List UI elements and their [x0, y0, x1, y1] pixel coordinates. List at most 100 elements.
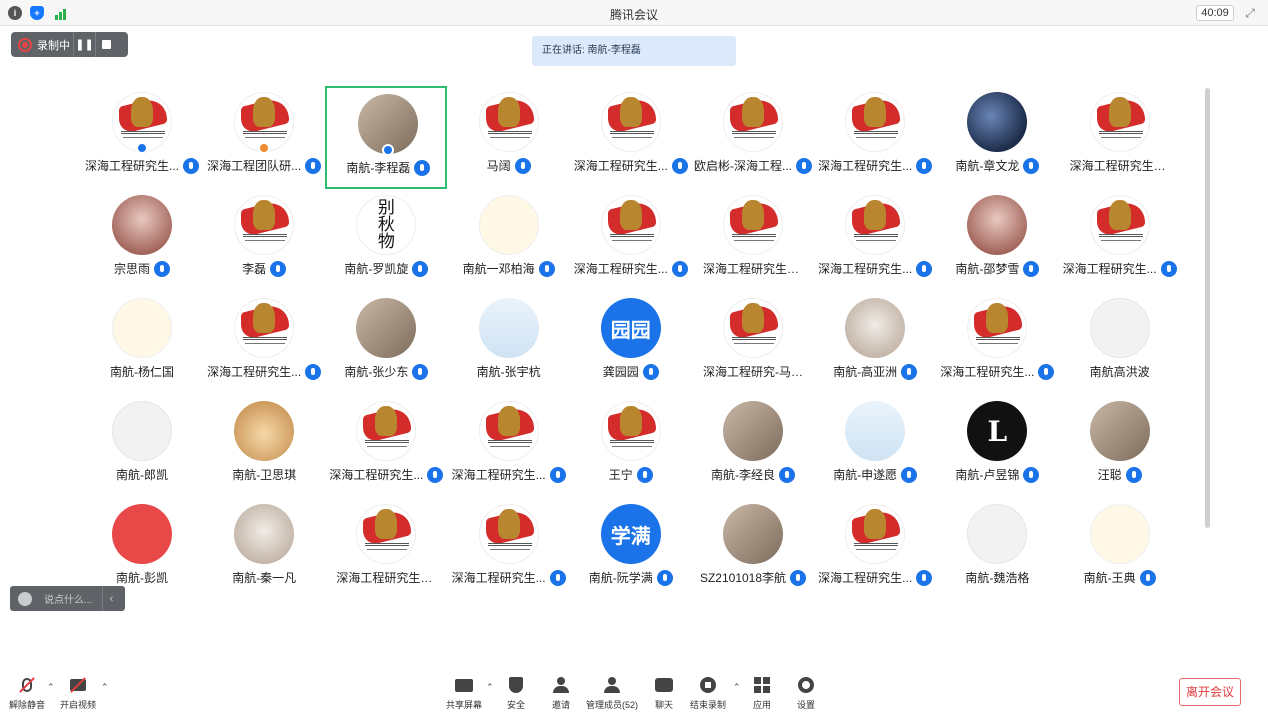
participant-tile[interactable]: 别 秋 物南航-罗凯旋 — [325, 189, 447, 292]
pause-recording-button[interactable]: ❚❚ — [73, 32, 95, 57]
participant-tile[interactable]: 汪聪 — [1059, 395, 1181, 498]
participant-name: 深海工程研究生党支... — [703, 262, 803, 276]
participant-name-row: 南航-罗凯旋 — [325, 260, 447, 277]
participant-avatar: 园园 — [600, 298, 661, 358]
end-recording-button[interactable]: 结束录制 — [681, 676, 735, 712]
participant-tile[interactable]: 深海工程研究生党支... — [1059, 86, 1181, 189]
participant-tile[interactable]: 深海工程研究生... — [81, 86, 203, 189]
participant-avatar — [478, 298, 539, 358]
participant-tile[interactable]: 南航一邓柏海 — [448, 189, 570, 292]
participant-name-row: SZ2101018李航 — [692, 569, 814, 586]
settings-button[interactable]: 设置 — [779, 676, 833, 712]
share-screen-button[interactable]: 共享屏幕 — [437, 676, 491, 712]
participant-tile[interactable]: 南航-魏浩格 — [936, 498, 1058, 601]
participant-tile[interactable]: 深海工程研究生... — [814, 86, 936, 189]
chat-placeholder[interactable]: 说点什么... — [44, 591, 102, 606]
participant-tile[interactable]: 深海工程研究生... — [570, 86, 692, 189]
collapse-icon[interactable]: ‹ — [102, 586, 120, 611]
participant-name-row: 南航-卫思琪 — [203, 466, 325, 483]
chat-quick-input[interactable]: 说点什么... ‹ — [10, 586, 125, 611]
emoji-icon[interactable] — [18, 591, 32, 606]
participant-tile[interactable]: 深海工程研究-马明雨 — [692, 292, 814, 395]
participant-tile[interactable]: 南航-高亚洲 — [814, 292, 936, 395]
participant-name: SZ2101018李航 — [699, 571, 787, 585]
participant-tile[interactable]: 南航-张少东 — [325, 292, 447, 395]
participant-name-row: 南航-高亚洲 — [814, 363, 936, 380]
participant-name-row: 深海工程研究生党支... — [325, 569, 447, 586]
participant-name-row: 深海工程研究生... — [814, 157, 936, 174]
participant-tile[interactable]: 深海工程研究生党支... — [325, 498, 447, 601]
participant-name: 深海工程研究生... — [207, 365, 302, 379]
participant-name-row: 南航-郎凯 — [81, 466, 203, 483]
participant-tile[interactable]: L 南航-卢昱锦 — [936, 395, 1058, 498]
participant-name: 南航-高亚洲 — [833, 365, 898, 379]
leave-meeting-button[interactable]: 离开会议 — [1179, 678, 1241, 706]
participant-name: 南航-彭凯 — [116, 571, 168, 585]
participant-tile[interactable]: 深海工程团队研... — [203, 86, 325, 189]
participant-tile[interactable]: SZ2101018李航 — [692, 498, 814, 601]
participant-tile[interactable]: 深海工程研究生... — [814, 498, 936, 601]
mic-icon — [412, 260, 429, 277]
participant-name-row: 欧启彬-深海工程... — [692, 157, 814, 174]
participant-tile[interactable]: 南航高洪波 — [1059, 292, 1181, 395]
participant-name: 深海工程研究生... — [329, 468, 424, 482]
participant-tile[interactable]: 南航-李程磊 — [325, 86, 448, 189]
participant-name: 深海工程研究-马明雨 — [703, 365, 803, 379]
participant-tile[interactable]: 南航-卫思琪 — [203, 395, 325, 498]
participant-tile[interactable]: 南航-郎凯 — [81, 395, 203, 498]
participant-tile[interactable]: 深海工程研究生... — [325, 395, 447, 498]
participant-name: 深海工程研究生... — [84, 159, 179, 173]
participant-tile[interactable]: 深海工程研究生... — [448, 395, 570, 498]
participant-tile[interactable]: 南航-杨仁国 — [81, 292, 203, 395]
video-options-chevron-icon[interactable]: ⌃ — [101, 682, 109, 693]
participant-avatar — [478, 195, 539, 255]
role-badge-icon — [382, 144, 395, 156]
participant-tile[interactable]: 李磊 — [203, 189, 325, 292]
mic-icon — [1038, 363, 1055, 380]
participant-tile[interactable]: 王宁 — [570, 395, 692, 498]
participant-avatar — [234, 401, 295, 461]
participant-avatar — [967, 195, 1028, 255]
participant-tile[interactable]: 深海工程研究生... — [936, 292, 1058, 395]
scrollbar[interactable] — [1205, 88, 1210, 528]
stop-icon — [102, 40, 111, 49]
manage-members-button[interactable]: 管理成员(52) — [585, 676, 639, 712]
participant-avatar — [967, 92, 1028, 152]
chat-icon — [654, 676, 674, 694]
stop-recording-button[interactable] — [95, 32, 117, 57]
participant-tile[interactable]: 深海工程研究生党支... — [692, 189, 814, 292]
invite-button[interactable]: 邀请 — [534, 676, 588, 712]
participant-name: 王宁 — [608, 468, 633, 482]
participant-name-row: 马阔 — [448, 157, 570, 174]
mic-icon — [1160, 260, 1177, 277]
participant-avatar — [112, 401, 172, 461]
participant-tile[interactable]: 南航-章文龙 — [936, 86, 1058, 189]
participant-avatar — [723, 92, 783, 152]
participant-name-row: 深海工程研究生... — [1059, 260, 1181, 277]
participant-tile[interactable]: 宗思雨 — [81, 189, 203, 292]
participant-tile[interactable]: 园园 龚园园 — [570, 292, 692, 395]
participant-tile[interactable]: 南航-秦一凡 — [203, 498, 325, 601]
participant-tile[interactable]: 南航-李经良 — [692, 395, 814, 498]
participant-tile[interactable]: 欧启彬-深海工程... — [692, 86, 814, 189]
participant-tile[interactable]: 南航-邵梦雪 — [936, 189, 1058, 292]
participant-avatar — [845, 92, 906, 152]
participant-tile[interactable]: 深海工程研究生... — [570, 189, 692, 292]
participant-tile[interactable]: 深海工程研究生... — [814, 189, 936, 292]
participant-name: 欧启彬-深海工程... — [694, 159, 792, 173]
participant-avatar — [1089, 298, 1150, 358]
start-video-button[interactable]: 开启视频 — [51, 676, 105, 712]
participant-tile[interactable]: 南航-张宇杭 — [448, 292, 570, 395]
participant-tile[interactable]: 南航-申遂愿 — [814, 395, 936, 498]
unmute-button[interactable]: 解除静音 — [0, 676, 54, 712]
participant-avatar — [356, 504, 417, 564]
participant-tile[interactable]: 南航-王典 — [1059, 498, 1181, 601]
participant-tile[interactable]: 马阔 — [448, 86, 570, 189]
fullscreen-icon[interactable]: ⤢ — [1242, 5, 1258, 21]
participant-tile[interactable]: 深海工程研究生... — [1059, 189, 1181, 292]
participant-avatar — [600, 195, 661, 255]
participant-tile[interactable]: 学满 南航-阮学满 — [570, 498, 692, 601]
participant-tile[interactable]: 深海工程研究生... — [203, 292, 325, 395]
participant-tile[interactable]: 深海工程研究生... — [448, 498, 570, 601]
participant-name-row: 龚园园 — [570, 363, 692, 380]
